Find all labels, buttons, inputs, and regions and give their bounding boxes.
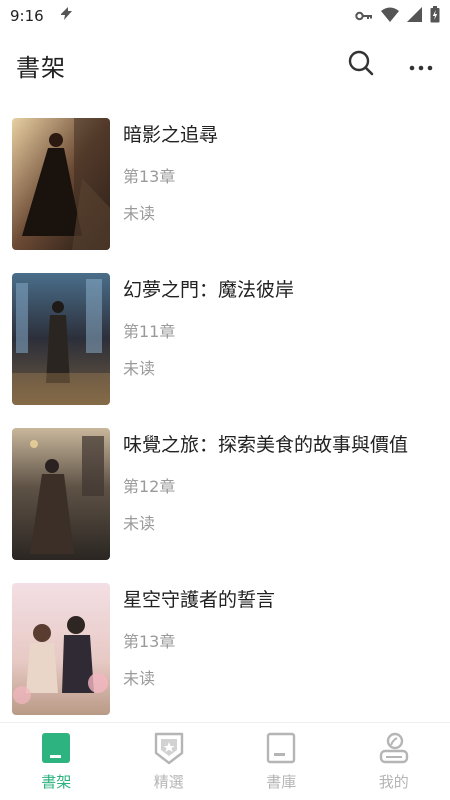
library-icon [264, 731, 298, 765]
bottom-nav: 書架 精選 書庫 我的 [0, 722, 450, 800]
nav-label: 我的 [378, 773, 409, 791]
more-button[interactable] [406, 50, 436, 80]
book-read-status: 未读 [123, 669, 156, 688]
more-icon [409, 56, 433, 75]
profile-icon [377, 731, 411, 765]
nav-label: 書庫 [266, 773, 297, 791]
badge-icon [152, 731, 186, 765]
nav-item-bookshelf[interactable]: 書架 [0, 723, 113, 800]
bookshelf-icon [39, 731, 73, 765]
book-cover [12, 583, 110, 715]
nav-item-featured[interactable]: 精選 [113, 723, 226, 800]
nav-label: 精選 [153, 773, 184, 791]
book-title: 星空守護者的誓言 [123, 589, 276, 611]
nav-item-library[interactable]: 書庫 [225, 723, 338, 800]
book-read-status: 未读 [123, 204, 156, 223]
book-chapter: 第13章 [123, 632, 176, 651]
nav-item-profile[interactable]: 我的 [338, 723, 450, 800]
notification-icon [58, 5, 74, 27]
app-bar: 書架 [0, 38, 450, 92]
search-icon [348, 50, 374, 80]
book-cover [12, 273, 110, 405]
signal-icon [407, 6, 422, 26]
key-icon [355, 7, 373, 26]
book-chapter: 第13章 [123, 167, 176, 186]
page-title: 書架 [16, 53, 66, 82]
nav-label: 書架 [41, 773, 72, 791]
book-item[interactable]: 味覺之旅：探索美食的故事與價值 第12章 未读 [0, 420, 450, 575]
book-item[interactable]: 星空守護者的誓言 第13章 未读 [0, 575, 450, 730]
book-chapter: 第11章 [123, 322, 176, 341]
battery-icon [430, 5, 440, 27]
book-read-status: 未读 [123, 359, 156, 378]
book-title: 幻夢之門：魔法彼岸 [123, 279, 295, 301]
wifi-icon [381, 7, 399, 26]
search-button[interactable] [346, 50, 376, 80]
status-time: 9:16 [10, 7, 44, 25]
status-bar: 9:16 [0, 0, 450, 32]
book-item[interactable]: 暗影之追尋 第13章 未读 [0, 110, 450, 265]
book-title: 味覺之旅：探索美食的故事與價值 [123, 434, 409, 456]
book-read-status: 未读 [123, 514, 156, 533]
book-cover [12, 428, 110, 560]
book-chapter: 第12章 [123, 477, 176, 496]
book-item[interactable]: 幻夢之門：魔法彼岸 第11章 未读 [0, 265, 450, 420]
book-list: 暗影之追尋 第13章 未读 幻夢之門：魔法彼岸 第11章 未读 味覺之旅：探索美… [0, 110, 450, 730]
book-title: 暗影之追尋 [123, 124, 219, 146]
book-cover [12, 118, 110, 250]
